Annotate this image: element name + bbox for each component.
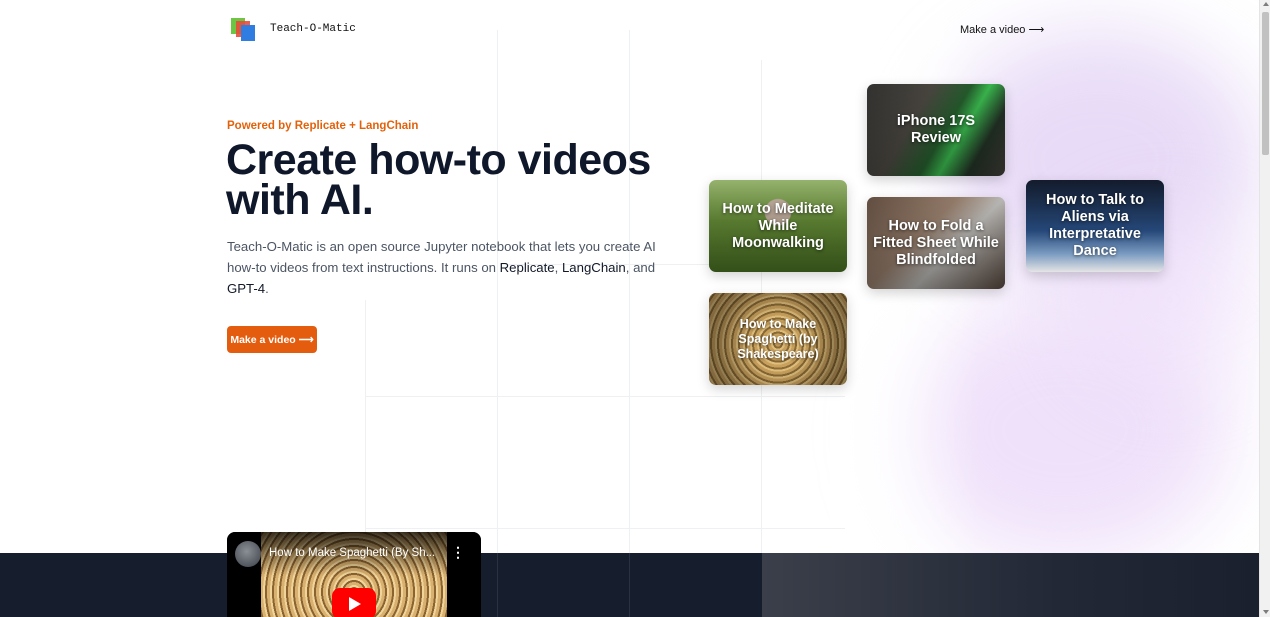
- intro-paragraph: Teach-O-Matic is an open source Jupyter …: [227, 236, 667, 299]
- video-card[interactable]: How to Fold a Fitted Sheet While Blindfo…: [867, 197, 1005, 289]
- youtube-embed[interactable]: How to Make Spaghetti (By Sh... ⋮: [227, 532, 481, 617]
- play-icon[interactable]: [332, 588, 376, 617]
- grid-line: [365, 300, 366, 553]
- page-title: Create how-to videos with AI.: [226, 139, 696, 222]
- page: Teach-O-Matic Make a video ⟶ Powered by …: [0, 0, 1259, 617]
- scroll-up-icon[interactable]: [1263, 2, 1269, 6]
- headline-line: with AI.: [226, 176, 374, 224]
- brand-name[interactable]: Teach-O-Matic: [270, 23, 356, 35]
- scrollbar[interactable]: [1259, 0, 1270, 617]
- intro-text: .: [265, 281, 269, 296]
- scrollbar-thumb[interactable]: [1262, 12, 1269, 155]
- grid-line: [365, 396, 845, 397]
- card-title: How to Meditate While Moonwalking: [722, 200, 834, 251]
- video-card[interactable]: How to Meditate While Moonwalking: [709, 180, 847, 272]
- grid-line: [629, 553, 630, 617]
- logo-icon[interactable]: [230, 17, 256, 43]
- video-card[interactable]: How to Make Spaghetti (by Shakespeare): [709, 293, 847, 385]
- grid-line: [497, 553, 498, 617]
- replicate-link[interactable]: Replicate: [500, 260, 555, 275]
- powered-by-eyebrow: Powered by Replicate + LangChain: [227, 120, 419, 132]
- more-options-icon[interactable]: ⋮: [451, 545, 465, 559]
- logo-square: [241, 25, 255, 41]
- video-card[interactable]: How to Talk to Aliens via Interpretative…: [1026, 180, 1164, 272]
- card-title: How to Fold a Fitted Sheet While Blindfo…: [873, 217, 999, 268]
- video-card[interactable]: iPhone 17S Review: [867, 84, 1005, 176]
- channel-avatar[interactable]: [235, 541, 261, 567]
- card-title: How to Talk to Aliens via Interpretative…: [1045, 192, 1144, 259]
- card-title: iPhone 17S Review: [896, 113, 976, 146]
- intro-text: ,: [554, 260, 562, 275]
- gpt4-link[interactable]: GPT-4: [227, 281, 265, 296]
- video-title[interactable]: How to Make Spaghetti (By Sh...: [269, 547, 439, 559]
- intro-text: , and: [625, 260, 656, 275]
- card-title: How to Make Spaghetti (by Shakespeare): [737, 316, 819, 361]
- scroll-down-icon[interactable]: [1263, 610, 1269, 614]
- dark-section-shade: [762, 553, 1259, 617]
- nav-make-video-link[interactable]: Make a video ⟶: [960, 23, 1044, 36]
- grid-line: [365, 528, 845, 529]
- langchain-link[interactable]: LangChain: [562, 260, 626, 275]
- make-video-button[interactable]: Make a video ⟶: [227, 326, 317, 353]
